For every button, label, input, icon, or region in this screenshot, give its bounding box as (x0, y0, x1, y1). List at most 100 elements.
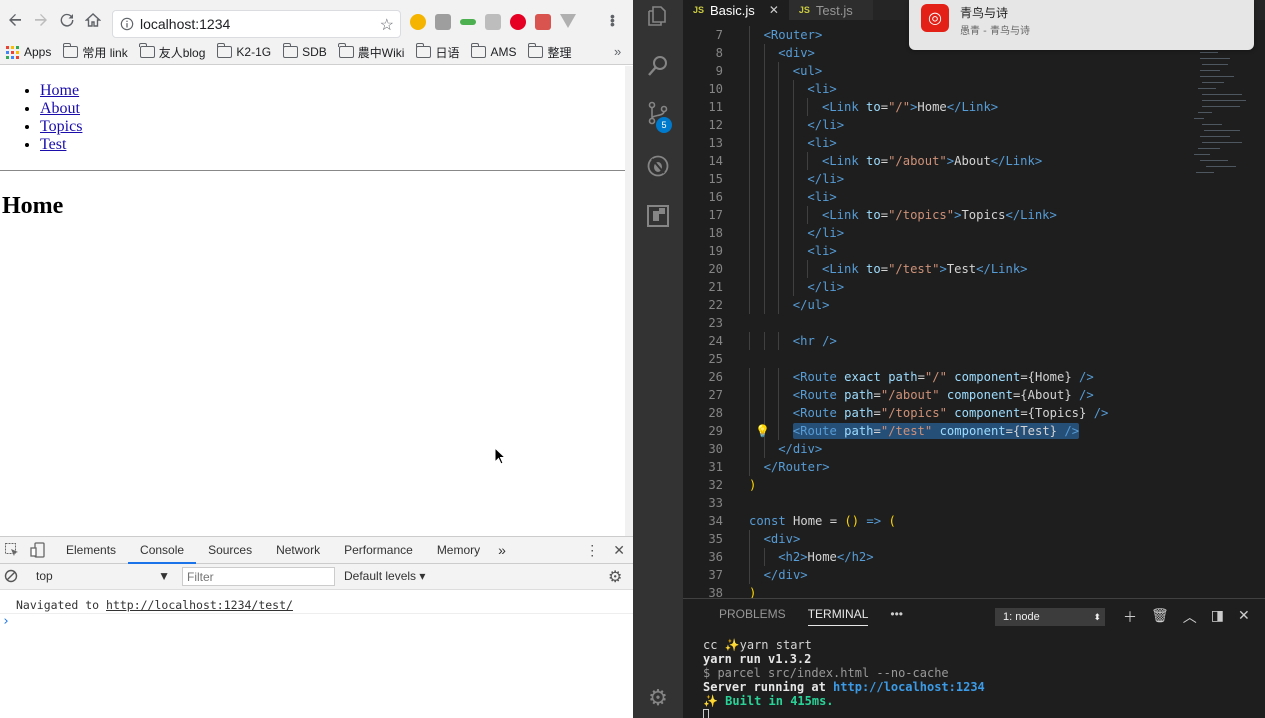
filter-input[interactable] (182, 567, 335, 586)
tab-sources[interactable]: Sources (196, 537, 264, 564)
code-line[interactable]: 9 <ul> (683, 62, 1265, 80)
link-test[interactable]: Test (40, 136, 66, 153)
new-terminal-icon[interactable]: ＋ (1123, 607, 1137, 627)
forward-button[interactable] (28, 7, 54, 33)
link-about[interactable]: About (40, 100, 80, 117)
clear-console-icon[interactable] (4, 569, 18, 583)
bookmark-star-icon[interactable]: ☆ (380, 15, 394, 35)
tab-terminal[interactable]: TERMINAL (807, 607, 869, 626)
address-bar[interactable]: localhost:1234 ☆ (112, 10, 401, 38)
code-line[interactable]: 11 <Link to="/">Home</Link> (683, 98, 1265, 116)
tab-basic-js[interactable]: JS Basic.js ✕ (683, 0, 789, 20)
code-line[interactable]: 15 </li> (683, 170, 1265, 188)
code-line[interactable]: 37 </div> (683, 566, 1265, 584)
back-button[interactable] (2, 7, 28, 33)
extensions-icon[interactable] (646, 204, 670, 228)
bookmark-folder[interactable]: 整理 (527, 43, 572, 61)
code-line[interactable]: 31 </Router> (683, 458, 1265, 476)
code-line[interactable]: 34 const Home = () => ( (683, 512, 1265, 530)
bookmark-folder[interactable]: 友人blog (139, 43, 205, 61)
notification-banner[interactable]: ◎ 青鸟与诗 愚青 - 青鸟与诗 (909, 0, 1254, 50)
code-line[interactable]: 24 <hr /> (683, 332, 1265, 350)
terminal-output[interactable]: cc ✨yarn start yarn run v1.3.2 $ parcel sr… (703, 638, 985, 718)
code-line[interactable]: 23 (683, 314, 1265, 332)
device-toolbar-icon[interactable] (30, 542, 46, 558)
pinterest-icon[interactable] (510, 14, 526, 30)
bookmark-folder[interactable]: 農中Wiki (338, 43, 404, 61)
code-line[interactable]: 35 <div> (683, 530, 1265, 548)
extension-icon[interactable] (410, 14, 426, 30)
code-line[interactable]: 25 (683, 350, 1265, 368)
home-button[interactable] (80, 7, 106, 33)
more-tabs-button[interactable]: » (492, 537, 512, 564)
code-line[interactable]: 13 <li> (683, 134, 1265, 152)
code-line[interactable]: 10 <li> (683, 80, 1265, 98)
link-home[interactable]: Home (40, 82, 79, 99)
scrollbar[interactable] (625, 66, 633, 536)
inspect-element-icon[interactable] (4, 542, 20, 558)
devtools-menu-icon[interactable]: ⋮ (585, 542, 599, 559)
tab-problems[interactable]: PROBLEMS (719, 607, 786, 626)
code-line[interactable]: 33 (683, 494, 1265, 512)
debug-icon[interactable] (646, 154, 670, 178)
trash-icon[interactable]: 🗑 (1151, 607, 1169, 627)
extension-icon[interactable] (485, 14, 501, 30)
gear-icon[interactable]: ⚙ (608, 567, 622, 587)
log-levels-dropdown[interactable]: Default levels ▾ (344, 569, 425, 583)
code-line[interactable]: 18 </li> (683, 224, 1265, 242)
code-line[interactable]: 20 <Link to="/test">Test</Link> (683, 260, 1265, 278)
explorer-icon[interactable] (646, 4, 670, 28)
split-panel-icon[interactable]: ◨ (1211, 607, 1224, 627)
terminal-text[interactable]: http://localhost:1234 (833, 680, 985, 694)
code-line[interactable]: 19 <li> (683, 242, 1265, 260)
tab-elements[interactable]: Elements (54, 537, 128, 564)
reload-button[interactable] (54, 7, 80, 33)
extension-icon[interactable] (535, 14, 551, 30)
bookmark-folder[interactable]: AMS (470, 43, 516, 59)
code-line[interactable]: 21 </li> (683, 278, 1265, 296)
link-topics[interactable]: Topics (40, 118, 82, 135)
code-line[interactable]: 16 <li> (683, 188, 1265, 206)
bookmark-folder[interactable]: 常用 link (62, 43, 128, 61)
context-selector[interactable]: top ▼ (30, 569, 170, 583)
extension-icon[interactable] (460, 19, 476, 25)
code-line[interactable]: 27 <Route path="/about" component={About}… (683, 386, 1265, 404)
message-link[interactable]: http://localhost:1234/test/ (106, 598, 293, 612)
code-line[interactable]: 32) (683, 476, 1265, 494)
lightbulb-icon[interactable]: 💡 (755, 424, 770, 438)
code-editor[interactable]: 7 <Router> 8 <div> 9 <ul> 10 <li> 11 <Link to="/"… (683, 26, 1265, 600)
info-icon[interactable] (120, 17, 134, 31)
tab-network[interactable]: Network (264, 537, 332, 564)
vue-devtools-icon[interactable] (560, 14, 576, 28)
close-icon[interactable]: ✕ (769, 3, 779, 17)
code-line[interactable]: 26 <Route exact path="/" component={Home}… (683, 368, 1265, 386)
bookmark-folder[interactable]: K2-1G (216, 43, 271, 59)
search-icon[interactable] (646, 54, 670, 78)
tab-performance[interactable]: Performance (332, 537, 425, 564)
tab-memory[interactable]: Memory (425, 537, 492, 564)
bookmark-folder[interactable]: 日语 (415, 43, 459, 61)
console-prompt[interactable]: › (2, 614, 10, 629)
tab-console[interactable]: Console (128, 537, 197, 564)
close-icon[interactable]: ✕ (613, 542, 625, 559)
code-line[interactable]: 22 </ul> (683, 296, 1265, 314)
code-line[interactable]: 36 <h2>Home</h2> (683, 548, 1265, 566)
terminal-selector[interactable]: 1: node (995, 608, 1105, 626)
code-line[interactable]: 12 </li> (683, 116, 1265, 134)
more-actions-button[interactable]: ••• (890, 607, 903, 626)
code-line[interactable]: 29 <Route path="/test" component={Test} /… (683, 422, 1265, 440)
bookmark-apps[interactable]: Apps (6, 45, 51, 59)
close-icon[interactable]: ✕ (1238, 607, 1250, 627)
tab-test-js[interactable]: JS Test.js (788, 0, 873, 20)
settings-gear-icon[interactable]: ⚙ (646, 686, 670, 710)
code-line[interactable]: 17 <Link to="/topics">Topics</Link> (683, 206, 1265, 224)
bookmark-folder[interactable]: SDB (282, 43, 327, 59)
code-line[interactable]: 28 <Route path="/topics" component={Topic… (683, 404, 1265, 422)
minimap[interactable] (1186, 40, 1250, 190)
chevron-up-icon[interactable]: ︿ (1183, 607, 1197, 627)
chrome-menu-icon[interactable]: • • • (610, 9, 618, 31)
code-line[interactable]: 14 <Link to="/about">About</Link> (683, 152, 1265, 170)
bookmarks-overflow-button[interactable]: » (614, 44, 621, 59)
code-line[interactable]: 30 </div> (683, 440, 1265, 458)
extension-icon[interactable] (435, 14, 451, 30)
